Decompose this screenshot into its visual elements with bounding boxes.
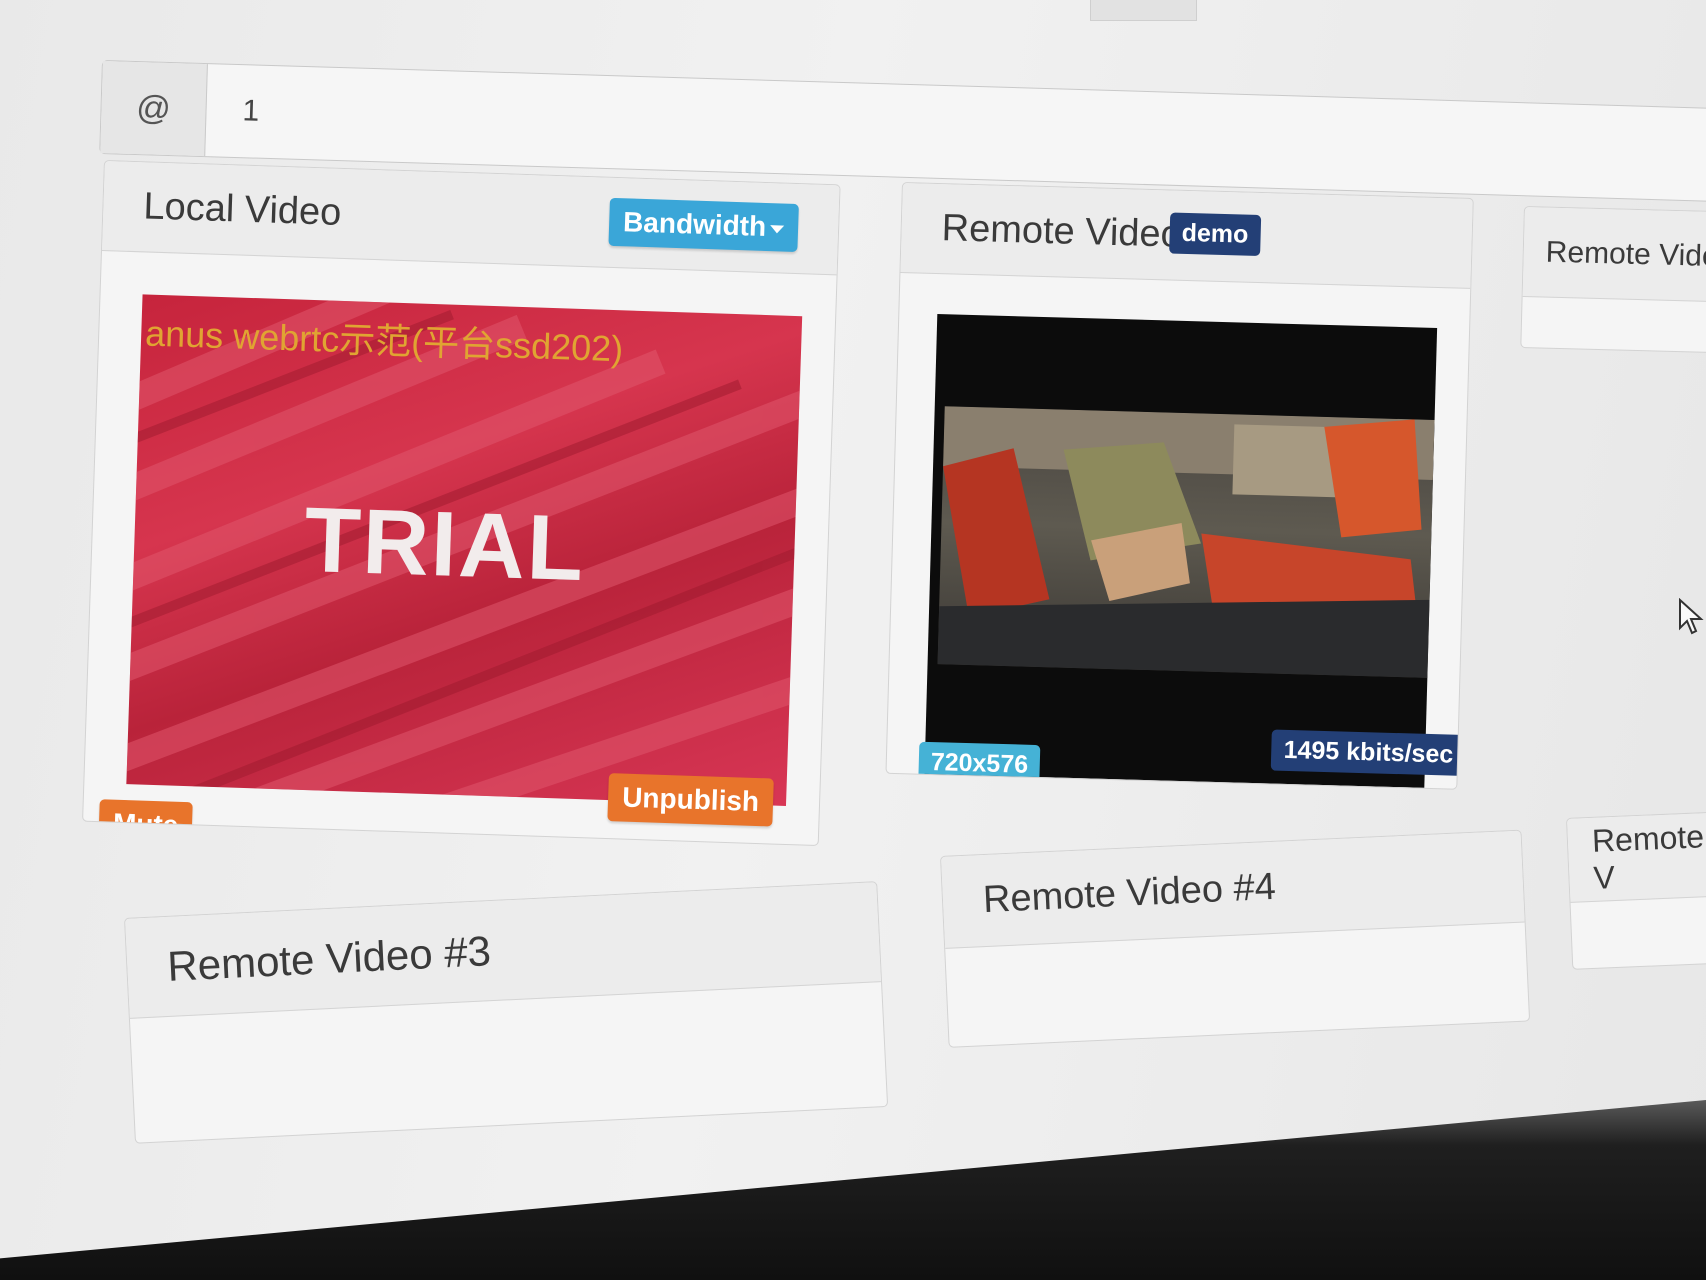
at-addon: @ [100,61,208,157]
remote-video-3-heading: Remote Video #3 [125,882,882,1019]
remote-video-4-heading: Remote Video #4 [941,830,1525,949]
remote-scene-graphic [937,406,1435,678]
remote-video-1-stream[interactable] [924,314,1438,788]
remote-video-4-panel: Remote Video #4 [940,829,1531,1048]
local-video-panel: Local Video Bandwidth anus webrtc示范(平台ss… [82,160,841,847]
top-tab-edge [1090,0,1197,21]
remote-video-5-heading: Remote V [1567,810,1706,903]
remote-video-2-heading: Remote Video [1522,207,1706,304]
remote-video-frame [937,406,1435,678]
local-video-body: anus webrtc示范(平台ssd202) TRIAL Unpublish … [83,251,836,847]
bitrate-label: 1495 kbits/sec [1271,729,1466,776]
local-video-title: Local Video [142,185,342,234]
remote-video-1-panel: Remote Video #1 demo 1495 kbits/sec 720x… [885,182,1474,790]
unpublish-button[interactable]: Unpublish [607,773,774,827]
remote-video-5-title: Remote V [1591,817,1705,896]
demo-badge: demo [1169,212,1261,257]
mute-button[interactable]: Mute [98,799,194,847]
remote-video-5-panel: Remote V [1566,809,1706,970]
local-video-stream[interactable]: anus webrtc示范(平台ssd202) TRIAL [126,294,803,806]
remote-video-1-body: 1495 kbits/sec 720x576 [886,273,1470,789]
remote-video-3-title: Remote Video #3 [166,926,492,990]
remote-video-1-heading: Remote Video #1 demo [900,183,1473,289]
mouse-pointer-icon [1679,598,1704,635]
trial-overlay: TRIAL [302,488,587,601]
resolution-label: 720x576 [918,741,1041,787]
remote-video-2-title: Remote Video [1545,235,1706,274]
bandwidth-dropdown-button[interactable]: Bandwidth [608,197,799,253]
caret-down-icon [769,224,785,234]
bandwidth-label: Bandwidth [622,206,767,242]
remote-video-4-title: Remote Video #4 [982,865,1277,922]
remote-video-3-panel: Remote Video #3 [124,881,889,1144]
remote-video-2-panel: Remote Video [1520,206,1706,355]
browser-viewport: @ Local Video Bandwidth [0,0,1706,1280]
